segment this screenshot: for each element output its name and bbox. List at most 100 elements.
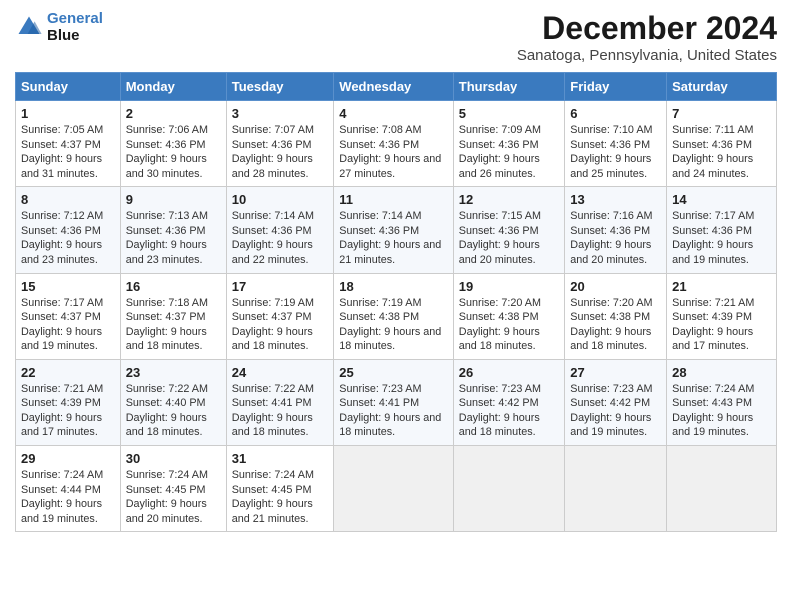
logo-icon [15, 13, 43, 41]
day-info: Sunrise: 7:09 AMSunset: 4:36 PMDaylight:… [459, 123, 560, 181]
day-number: 18 [339, 279, 447, 294]
day-info: Sunrise: 7:06 AMSunset: 4:36 PMDaylight:… [126, 123, 221, 181]
calendar-cell: 26Sunrise: 7:23 AMSunset: 4:42 PMDayligh… [453, 359, 565, 445]
calendar-cell: 9 Sunrise: 7:13 AMSunset: 4:36 PMDaylight… [120, 187, 226, 273]
day-number: 17 [232, 279, 329, 294]
day-info: Sunrise: 7:24 AMSunset: 4:43 PMDaylight:… [672, 382, 771, 440]
day-info: Sunrise: 7:21 AMSunset: 4:39 PMDaylight:… [672, 296, 771, 354]
calendar-cell: 20 Sunrise: 7:20 AMSunset: 4:38 PMDayligh… [565, 273, 667, 359]
day-info: Sunrise: 7:19 AMSunset: 4:37 PMDaylight:… [232, 296, 329, 354]
day-info: Sunrise: 7:24 AMSunset: 4:45 PMDaylight:… [126, 468, 221, 526]
calendar-cell: 24 Sunrise: 7:22 AMSunset: 4:41 PMDayligh… [226, 359, 334, 445]
header-day-wednesday: Wednesday [334, 73, 453, 101]
day-number: 15 [21, 279, 115, 294]
header-day-monday: Monday [120, 73, 226, 101]
day-number: 20 [570, 279, 661, 294]
day-info: Sunrise: 7:24 AMSunset: 4:45 PMDaylight:… [232, 468, 329, 526]
day-number: 26 [459, 365, 560, 380]
week-row-4: 22 Sunrise: 7:21 AMSunset: 4:39 PMDayligh… [16, 359, 777, 445]
calendar-cell: 7 Sunrise: 7:11 AMSunset: 4:36 PMDaylight… [667, 101, 777, 187]
header-row: SundayMondayTuesdayWednesdayThursdayFrid… [16, 73, 777, 101]
day-info: Sunrise: 7:20 AMSunset: 4:38 PMDaylight:… [459, 296, 560, 354]
day-number: 1 [21, 106, 115, 121]
day-info: Sunrise: 7:24 AMSunset: 4:44 PMDaylight:… [21, 468, 115, 526]
calendar-cell [667, 446, 777, 532]
day-info: Sunrise: 7:19 AMSunset: 4:38 PMDaylight:… [339, 296, 447, 354]
calendar-cell: 18 Sunrise: 7:19 AMSunset: 4:38 PMDayligh… [334, 273, 453, 359]
day-info: Sunrise: 7:23 AMSunset: 4:41 PMDaylight:… [339, 382, 447, 440]
logo: General Blue [15, 10, 103, 44]
calendar-cell: 12 Sunrise: 7:15 AMSunset: 4:36 PMDayligh… [453, 187, 565, 273]
day-info: Sunrise: 7:08 AMSunset: 4:36 PMDaylight:… [339, 123, 447, 181]
day-number: 28 [672, 365, 771, 380]
day-number: 24 [232, 365, 329, 380]
calendar-cell: 30 Sunrise: 7:24 AMSunset: 4:45 PMDayligh… [120, 446, 226, 532]
day-info: Sunrise: 7:12 AMSunset: 4:36 PMDaylight:… [21, 209, 115, 267]
week-row-1: 1 Sunrise: 7:05 AMSunset: 4:37 PMDaylight… [16, 101, 777, 187]
calendar-cell: 19Sunrise: 7:20 AMSunset: 4:38 PMDayligh… [453, 273, 565, 359]
day-number: 23 [126, 365, 221, 380]
calendar-cell: 2 Sunrise: 7:06 AMSunset: 4:36 PMDaylight… [120, 101, 226, 187]
calendar-cell: 27 Sunrise: 7:23 AMSunset: 4:42 PMDayligh… [565, 359, 667, 445]
calendar-cell [334, 446, 453, 532]
day-number: 5 [459, 106, 560, 121]
day-number: 8 [21, 192, 115, 207]
day-number: 9 [126, 192, 221, 207]
calendar-cell: 29 Sunrise: 7:24 AMSunset: 4:44 PMDayligh… [16, 446, 121, 532]
day-number: 13 [570, 192, 661, 207]
day-info: Sunrise: 7:13 AMSunset: 4:36 PMDaylight:… [126, 209, 221, 267]
calendar-cell: 4 Sunrise: 7:08 AMSunset: 4:36 PMDaylight… [334, 101, 453, 187]
main-title: December 2024 [517, 10, 777, 47]
day-number: 6 [570, 106, 661, 121]
calendar-cell: 6Sunrise: 7:10 AMSunset: 4:36 PMDaylight… [565, 101, 667, 187]
title-area: December 2024 Sanatoga, Pennsylvania, Un… [517, 10, 777, 64]
day-info: Sunrise: 7:20 AMSunset: 4:38 PMDaylight:… [570, 296, 661, 354]
calendar-cell: 28 Sunrise: 7:24 AMSunset: 4:43 PMDayligh… [667, 359, 777, 445]
day-info: Sunrise: 7:23 AMSunset: 4:42 PMDaylight:… [570, 382, 661, 440]
day-info: Sunrise: 7:17 AMSunset: 4:36 PMDaylight:… [672, 209, 771, 267]
calendar-cell: 16 Sunrise: 7:18 AMSunset: 4:37 PMDayligh… [120, 273, 226, 359]
calendar-cell: 17 Sunrise: 7:19 AMSunset: 4:37 PMDayligh… [226, 273, 334, 359]
day-number: 4 [339, 106, 447, 121]
week-row-2: 8 Sunrise: 7:12 AMSunset: 4:36 PMDaylight… [16, 187, 777, 273]
header-day-saturday: Saturday [667, 73, 777, 101]
week-row-3: 15 Sunrise: 7:17 AMSunset: 4:37 PMDayligh… [16, 273, 777, 359]
day-info: Sunrise: 7:16 AMSunset: 4:36 PMDaylight:… [570, 209, 661, 267]
day-number: 16 [126, 279, 221, 294]
day-info: Sunrise: 7:18 AMSunset: 4:37 PMDaylight:… [126, 296, 221, 354]
day-info: Sunrise: 7:15 AMSunset: 4:36 PMDaylight:… [459, 209, 560, 267]
day-info: Sunrise: 7:11 AMSunset: 4:36 PMDaylight:… [672, 123, 771, 181]
day-info: Sunrise: 7:07 AMSunset: 4:36 PMDaylight:… [232, 123, 329, 181]
day-number: 10 [232, 192, 329, 207]
day-info: Sunrise: 7:14 AMSunset: 4:36 PMDaylight:… [232, 209, 329, 267]
calendar-cell: 5 Sunrise: 7:09 AMSunset: 4:36 PMDaylight… [453, 101, 565, 187]
day-number: 3 [232, 106, 329, 121]
day-number: 11 [339, 192, 447, 207]
calendar-cell [453, 446, 565, 532]
calendar-cell: 23Sunrise: 7:22 AMSunset: 4:40 PMDayligh… [120, 359, 226, 445]
logo-text: General Blue [47, 10, 103, 44]
calendar-cell: 3 Sunrise: 7:07 AMSunset: 4:36 PMDaylight… [226, 101, 334, 187]
day-info: Sunrise: 7:17 AMSunset: 4:37 PMDaylight:… [21, 296, 115, 354]
day-number: 22 [21, 365, 115, 380]
calendar-cell: 15 Sunrise: 7:17 AMSunset: 4:37 PMDayligh… [16, 273, 121, 359]
calendar-cell: 31Sunrise: 7:24 AMSunset: 4:45 PMDayligh… [226, 446, 334, 532]
day-number: 12 [459, 192, 560, 207]
calendar-cell: 14Sunrise: 7:17 AMSunset: 4:36 PMDayligh… [667, 187, 777, 273]
header-day-tuesday: Tuesday [226, 73, 334, 101]
day-number: 7 [672, 106, 771, 121]
calendar-cell [565, 446, 667, 532]
day-info: Sunrise: 7:22 AMSunset: 4:41 PMDaylight:… [232, 382, 329, 440]
calendar-cell: 13 Sunrise: 7:16 AMSunset: 4:36 PMDayligh… [565, 187, 667, 273]
day-number: 2 [126, 106, 221, 121]
day-info: Sunrise: 7:14 AMSunset: 4:36 PMDaylight:… [339, 209, 447, 267]
day-info: Sunrise: 7:21 AMSunset: 4:39 PMDaylight:… [21, 382, 115, 440]
calendar-table: SundayMondayTuesdayWednesdayThursdayFrid… [15, 72, 777, 532]
day-info: Sunrise: 7:05 AMSunset: 4:37 PMDaylight:… [21, 123, 115, 181]
week-row-5: 29 Sunrise: 7:24 AMSunset: 4:44 PMDayligh… [16, 446, 777, 532]
header-day-friday: Friday [565, 73, 667, 101]
header: General Blue December 2024 Sanatoga, Pen… [15, 10, 777, 64]
day-number: 29 [21, 451, 115, 466]
day-number: 30 [126, 451, 221, 466]
day-number: 27 [570, 365, 661, 380]
